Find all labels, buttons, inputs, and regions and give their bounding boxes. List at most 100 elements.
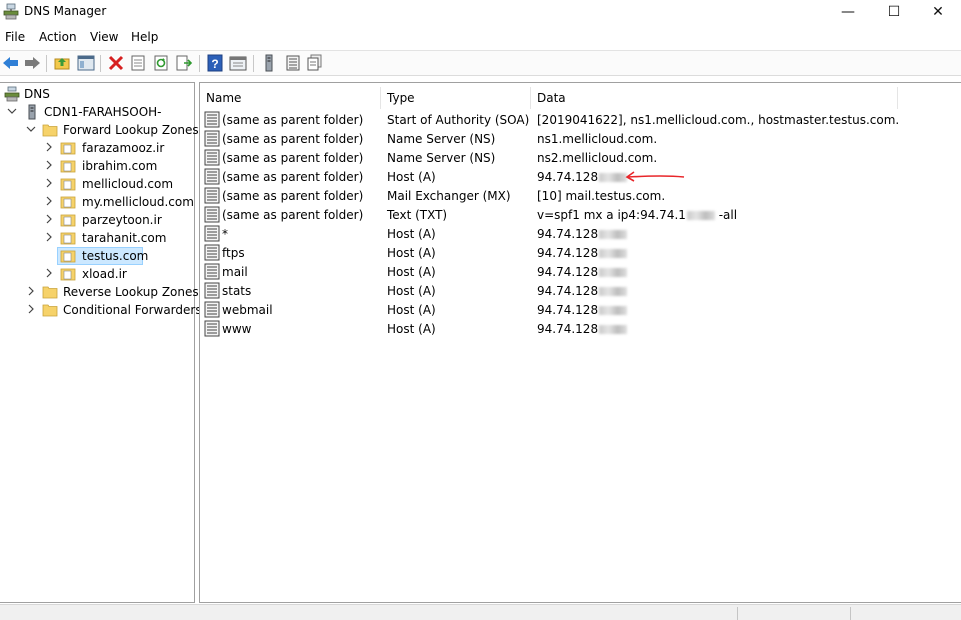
record-data: 94.74.128	[537, 265, 628, 279]
tree-item-forward-lookup-zones[interactable]: Forward Lookup Zones	[4, 121, 199, 139]
table-row[interactable]: (same as parent folder) Start of Authorit…	[200, 110, 960, 129]
record-name: (same as parent folder)	[222, 208, 364, 222]
menu-file[interactable]: File	[5, 30, 25, 44]
chevron-right-icon[interactable]	[44, 196, 54, 206]
chevron-right-icon[interactable]	[44, 160, 54, 170]
tree-label: Conditional Forwarders	[63, 303, 202, 317]
tree-item-zone[interactable]: tarahanit.com	[4, 229, 174, 247]
tree-item-zone-selected[interactable]: testus.com	[4, 247, 174, 265]
tree-item-zone[interactable]: mellicloud.com	[4, 175, 174, 193]
record-data: ns2.mellicloud.com.	[537, 151, 658, 165]
tree-label: Forward Lookup Zones	[63, 123, 199, 137]
chevron-right-icon[interactable]	[26, 304, 36, 314]
tree-item-server[interactable]: CDN1-FARAHSOOH-	[4, 103, 184, 121]
record-name: (same as parent folder)	[222, 113, 364, 127]
console-tree[interactable]: DNS CDN1-FARAHSOOH- Forward Lookup Zones…	[0, 82, 202, 603]
table-row[interactable]: ftps Host (A) 94.74.128	[200, 243, 960, 262]
column-header-data[interactable]: Data	[531, 87, 898, 109]
minimize-icon: —	[841, 4, 855, 20]
record-name: (same as parent folder)	[222, 189, 364, 203]
menu-action[interactable]: Action	[39, 30, 77, 44]
tree-item-zone[interactable]: parzeytoon.ir	[4, 211, 174, 229]
table-row[interactable]: (same as parent folder) Host (A) 94.74.128	[200, 167, 960, 186]
record-data: 94.74.128	[537, 303, 628, 317]
back-icon[interactable]	[1, 54, 21, 72]
table-row[interactable]: * Host (A) 94.74.128	[200, 224, 960, 243]
table-row[interactable]: (same as parent folder) Text (TXT) v=spf1 …	[200, 205, 960, 224]
server-icon	[28, 104, 36, 120]
menu-view[interactable]: View	[90, 30, 118, 44]
records-list[interactable]: Name Type Data (same as parent folder) St…	[199, 82, 961, 603]
record-data: 94.74.128	[537, 227, 628, 241]
properties-icon[interactable]	[128, 54, 148, 72]
zone-icon	[60, 268, 76, 281]
tree-label: my.mellicloud.com	[82, 195, 194, 209]
chevron-down-icon[interactable]	[7, 106, 17, 116]
chevron-right-icon[interactable]	[44, 142, 54, 152]
chevron-down-icon[interactable]	[26, 124, 36, 134]
record-type: Host (A)	[387, 322, 436, 336]
title-bar: DNS Manager — ☐ ✕	[0, 0, 961, 24]
tree-item-reverse-lookup-zones[interactable]: Reverse Lookup Zones	[4, 283, 199, 301]
chevron-right-icon[interactable]	[44, 178, 54, 188]
table-row[interactable]: www Host (A) 94.74.128	[200, 319, 960, 338]
redacted-value	[599, 325, 628, 334]
status-separator	[737, 607, 738, 620]
list-icon[interactable]	[283, 54, 303, 72]
status-bar	[0, 604, 961, 620]
record-type: Host (A)	[387, 170, 436, 184]
record-data: v=spf1 mx a ip4:94.74.1 -all	[537, 208, 738, 222]
refresh-icon[interactable]	[151, 54, 171, 72]
zone-icon	[60, 232, 76, 245]
tree-item-zone[interactable]: farazamooz.ir	[4, 139, 174, 157]
tree-label: CDN1-FARAHSOOH-	[44, 105, 162, 119]
server-icon[interactable]	[259, 54, 279, 72]
dns-record-icon	[204, 149, 220, 166]
record-name: ftps	[222, 246, 245, 260]
chevron-right-icon[interactable]	[44, 214, 54, 224]
forward-icon[interactable]	[22, 54, 42, 72]
table-row[interactable]: webmail Host (A) 94.74.128	[200, 300, 960, 319]
record-type: Name Server (NS)	[387, 151, 496, 165]
table-row[interactable]: mail Host (A) 94.74.128	[200, 262, 960, 281]
close-icon: ✕	[932, 4, 944, 20]
dns-manager-app-icon	[3, 3, 19, 20]
tree-item-zone[interactable]: xload.ir	[4, 265, 174, 283]
maximize-button[interactable]: ☐	[871, 0, 917, 24]
table-row[interactable]: stats Host (A) 94.74.128	[200, 281, 960, 300]
zone-icon	[60, 196, 76, 209]
records-icon[interactable]	[305, 54, 325, 72]
tree-item-dns[interactable]: DNS	[4, 85, 154, 103]
table-row[interactable]: (same as parent folder) Name Server (NS) n…	[200, 129, 960, 148]
dns-record-icon	[204, 187, 220, 204]
chevron-right-icon[interactable]	[44, 232, 54, 242]
annotation-arrow-icon	[625, 171, 685, 182]
tree-label: tarahanit.com	[82, 231, 167, 245]
record-name: (same as parent folder)	[222, 170, 364, 184]
show-hide-console-tree-icon[interactable]	[76, 54, 96, 72]
table-row[interactable]: (same as parent folder) Name Server (NS) n…	[200, 148, 960, 167]
chevron-right-icon[interactable]	[26, 286, 36, 296]
delete-icon[interactable]	[106, 54, 126, 72]
menu-help[interactable]: Help	[131, 30, 158, 44]
minimize-button[interactable]: —	[825, 0, 871, 24]
record-data: [10] mail.testus.com.	[537, 189, 666, 203]
table-row[interactable]: (same as parent folder) Mail Exchanger (M…	[200, 186, 960, 205]
tree-item-conditional-forwarders[interactable]: Conditional Forwarders	[4, 301, 202, 319]
dns-record-icon	[204, 244, 220, 261]
up-folder-icon[interactable]	[52, 54, 72, 72]
chevron-right-icon[interactable]	[44, 268, 54, 278]
tree-item-zone[interactable]: my.mellicloud.com	[4, 193, 194, 211]
column-header-name[interactable]: Name	[200, 87, 381, 109]
close-button[interactable]: ✕	[915, 0, 961, 24]
console-icon[interactable]	[228, 54, 248, 72]
toolbar-separator	[253, 55, 254, 72]
record-data: [2019041622], ns1.mellicloud.com., hostm…	[537, 113, 900, 127]
help-icon[interactable]: ?	[205, 54, 225, 72]
column-header-type[interactable]: Type	[381, 87, 531, 109]
dns-record-icon	[204, 263, 220, 280]
record-type: Start of Authority (SOA)	[387, 113, 530, 127]
export-list-icon[interactable]	[174, 54, 194, 72]
redacted-value	[599, 173, 628, 182]
tree-item-zone[interactable]: ibrahim.com	[4, 157, 174, 175]
